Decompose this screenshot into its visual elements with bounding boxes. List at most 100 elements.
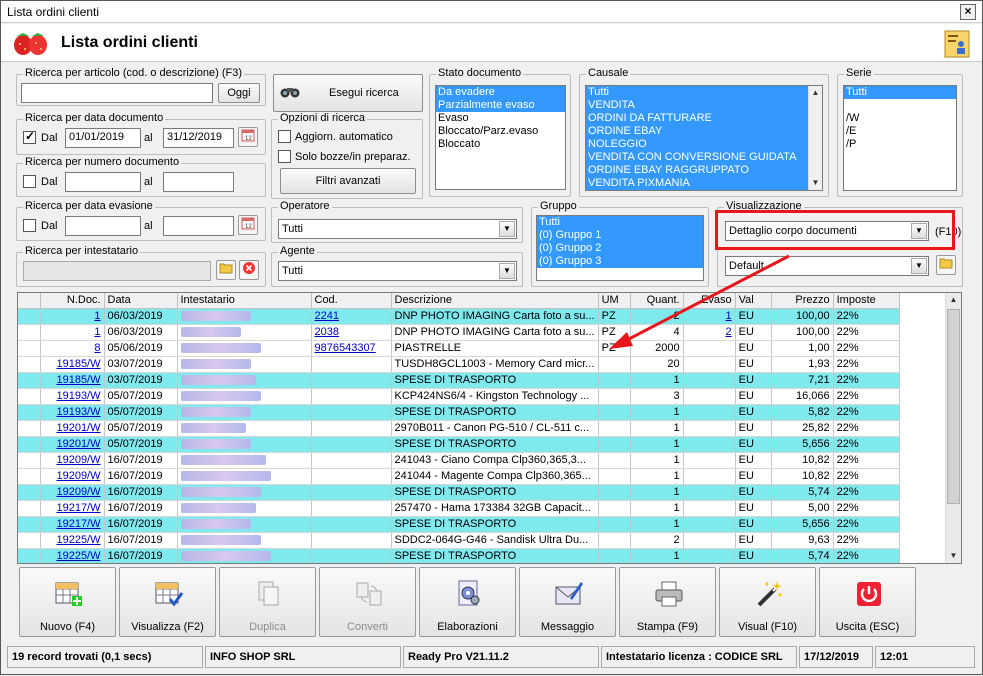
cell-um[interactable]: [598, 484, 631, 501]
drafts-only-checkbox[interactable]: [278, 150, 291, 163]
causale-scrollbar[interactable]: ▲ ▼: [808, 86, 822, 190]
list-item[interactable]: Tutti: [586, 86, 822, 99]
cell-ndoc-text[interactable]: 19209/W: [56, 486, 100, 498]
scroll-up-icon[interactable]: ▲: [809, 86, 822, 100]
cell-evaso[interactable]: [683, 404, 736, 421]
cell-evaso[interactable]: 1: [683, 308, 736, 325]
cell-ndoc-text[interactable]: 8: [94, 342, 100, 354]
cell-val[interactable]: EU: [735, 356, 772, 373]
list-item[interactable]: VENDITA CON CONVERSIONE GUIDATA: [586, 151, 822, 164]
row-selector[interactable]: [18, 516, 41, 533]
list-item[interactable]: Bloccato: [436, 138, 565, 151]
cell-val[interactable]: EU: [735, 340, 772, 357]
cell-ndoc[interactable]: 19193/W: [40, 388, 105, 405]
cell-quant[interactable]: 2000: [630, 340, 684, 357]
row-selector[interactable]: [18, 468, 41, 485]
cell-val[interactable]: EU: [735, 324, 772, 341]
cell-intestatario[interactable]: [177, 484, 312, 501]
cell-data[interactable]: 16/07/2019: [104, 532, 178, 549]
cell-data[interactable]: 03/07/2019: [104, 356, 178, 373]
chevron-down-icon[interactable]: ▼: [911, 258, 927, 274]
print-button[interactable]: Stampa (F9): [619, 567, 716, 637]
cell-val[interactable]: EU: [735, 420, 772, 437]
search-article-input[interactable]: [21, 83, 213, 103]
cell-ndoc-text[interactable]: 19225/W: [56, 550, 100, 562]
cell-ndoc-text[interactable]: 19217/W: [56, 502, 100, 514]
cell-val[interactable]: EU: [735, 484, 772, 501]
cell-cod-text[interactable]: 9876543307: [315, 342, 376, 354]
cell-val[interactable]: EU: [735, 388, 772, 405]
cell-intestatario[interactable]: [177, 340, 312, 357]
cell-cod[interactable]: [311, 388, 392, 405]
cell-um[interactable]: [598, 548, 631, 563]
cell-descrizione[interactable]: SPESE DI TRASPORTO: [391, 484, 599, 501]
doc-number-from-input[interactable]: [65, 172, 141, 192]
cell-descrizione[interactable]: 241044 - Magente Compa Clp360,365...: [391, 468, 599, 485]
cell-evaso[interactable]: [683, 340, 736, 357]
list-item[interactable]: Tutti: [844, 86, 956, 99]
cell-cod[interactable]: [311, 404, 392, 421]
cell-intestatario[interactable]: [177, 420, 312, 437]
column-header-descrizione[interactable]: Descrizione: [391, 293, 599, 309]
cell-quant[interactable]: 1: [630, 516, 684, 533]
scroll-down-icon[interactable]: ▼: [946, 549, 961, 563]
list-item[interactable]: (0) Gruppo 2: [537, 242, 703, 255]
visual-button[interactable]: Visual (F10): [719, 567, 816, 637]
cell-data[interactable]: 05/07/2019: [104, 388, 178, 405]
cell-descrizione[interactable]: 257470 - Hama 173384 32GB Capacit...: [391, 500, 599, 517]
auto-update-checkbox[interactable]: [278, 130, 291, 143]
cell-um[interactable]: [598, 372, 631, 389]
exit-button[interactable]: Uscita (ESC): [819, 567, 916, 637]
cell-intestatario[interactable]: [177, 356, 312, 373]
search-button[interactable]: Esegui ricerca: [273, 74, 423, 112]
cell-descrizione[interactable]: 2970B011 - Canon PG-510 / CL-511 c...: [391, 420, 599, 437]
grid-scrollbar[interactable]: ▲ ▼: [945, 293, 961, 563]
cell-um[interactable]: [598, 532, 631, 549]
cell-um[interactable]: [598, 388, 631, 405]
table-row[interactable]: 19193/W 05/07/2019 SPESE DI TRASPORTO 1 EU 5,…: [18, 404, 900, 421]
cell-intestatario[interactable]: [177, 500, 312, 517]
cell-ndoc-text[interactable]: 19209/W: [56, 470, 100, 482]
today-button[interactable]: Oggi: [218, 83, 260, 103]
table-row[interactable]: 19209/W 16/07/2019 241044 - Magente Compa …: [18, 468, 900, 485]
column-header-val[interactable]: Val: [735, 293, 772, 309]
table-row[interactable]: 1 06/03/2019 2241 DNP PHOTO IMAGING Carta f…: [18, 308, 900, 325]
cell-ndoc[interactable]: 19193/W: [40, 404, 105, 421]
cell-intestatario[interactable]: [177, 548, 312, 563]
cell-ndoc[interactable]: 19185/W: [40, 356, 105, 373]
row-selector[interactable]: [18, 420, 41, 437]
cell-evaso-text[interactable]: 1: [725, 310, 731, 322]
cell-descrizione[interactable]: SPESE DI TRASPORTO: [391, 372, 599, 389]
table-row[interactable]: 19217/W 16/07/2019 SPESE DI TRASPORTO 1 EU 5,…: [18, 516, 900, 533]
cell-imposte[interactable]: 22%: [833, 324, 900, 341]
cell-um[interactable]: [598, 468, 631, 485]
cell-prezzo[interactable]: 25,82: [771, 420, 834, 437]
list-item[interactable]: /W: [844, 112, 956, 125]
cell-descrizione[interactable]: KCP424NS6/4 - Kingston Technology ...: [391, 388, 599, 405]
folder-icon[interactable]: [216, 260, 236, 280]
cell-ndoc-text[interactable]: 19193/W: [56, 390, 100, 402]
cell-prezzo[interactable]: 1,00: [771, 340, 834, 357]
cell-ndoc[interactable]: 19225/W: [40, 532, 105, 549]
row-selector[interactable]: [18, 340, 41, 357]
cell-ndoc-text[interactable]: 19225/W: [56, 534, 100, 546]
column-header-quant[interactable]: Quant.: [630, 293, 684, 309]
cell-data[interactable]: 06/03/2019: [104, 324, 178, 341]
cell-evaso[interactable]: [683, 452, 736, 469]
cell-quant[interactable]: 3: [630, 388, 684, 405]
cell-descrizione[interactable]: PIASTRELLE: [391, 340, 599, 357]
list-item[interactable]: (0) Gruppo 3: [537, 255, 703, 268]
cell-quant[interactable]: 2: [630, 532, 684, 549]
cell-data[interactable]: 03/07/2019: [104, 372, 178, 389]
cell-prezzo[interactable]: 16,066: [771, 388, 834, 405]
scroll-down-icon[interactable]: ▼: [809, 176, 822, 190]
cell-imposte[interactable]: 22%: [833, 388, 900, 405]
convert-button[interactable]: Converti: [319, 567, 416, 637]
cell-quant[interactable]: 1: [630, 548, 684, 563]
cell-prezzo[interactable]: 100,00: [771, 308, 834, 325]
cell-quant[interactable]: 20: [630, 356, 684, 373]
cell-descrizione[interactable]: SDDC2-064G-G46 - Sandisk Ultra Du...: [391, 532, 599, 549]
cell-descrizione[interactable]: SPESE DI TRASPORTO: [391, 436, 599, 453]
cell-prezzo[interactable]: 5,656: [771, 436, 834, 453]
cell-ndoc-text[interactable]: 1: [94, 326, 100, 338]
